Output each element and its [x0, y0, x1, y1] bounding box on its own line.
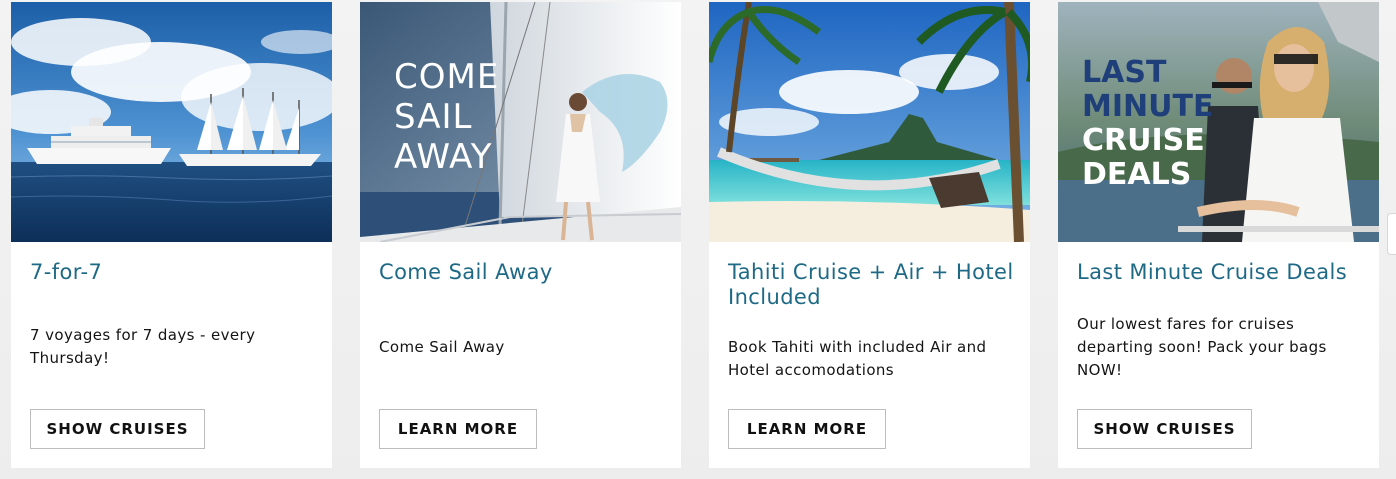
card-title[interactable]: Tahiti Cruise + Air + Hotel Included — [728, 260, 1018, 310]
learn-more-button[interactable]: LEARN MORE — [379, 409, 537, 449]
card-title[interactable]: 7-for-7 — [30, 260, 320, 285]
card-description: Our lowest fares for cruises departing s… — [1077, 315, 1327, 379]
card-title[interactable]: Come Sail Away — [379, 260, 669, 285]
card-title[interactable]: Last Minute Cruise Deals — [1077, 260, 1367, 285]
overlay-text-line: AWAY — [394, 137, 493, 177]
show-cruises-button[interactable]: SHOW CRUISES — [1077, 409, 1252, 449]
couple-on-deck-image[interactable]: LAST MINUTE CRUISE DEALS — [1058, 2, 1379, 242]
card-description: Come Sail Away — [379, 338, 505, 356]
overlay-text-line: DEALS — [1082, 157, 1191, 192]
overlay-text-line: MINUTE — [1082, 89, 1213, 124]
card-description: Book Tahiti with included Air and Hotel … — [728, 338, 987, 379]
card-description: 7 voyages for 7 days - every Thursday! — [30, 326, 256, 367]
cruise-ships-at-sea-image[interactable] — [11, 2, 332, 242]
woman-on-sailboat-image[interactable]: COME SAIL AWAY — [360, 2, 681, 242]
promo-card-come-sail-away: COME SAIL AWAY Come Sail Away Come Sail … — [360, 2, 681, 468]
overlay-text-line: LAST — [1082, 55, 1167, 90]
promo-card-last-minute: LAST MINUTE CRUISE DEALS Last Minute Cru… — [1058, 2, 1379, 468]
show-cruises-button[interactable]: SHOW CRUISES — [30, 409, 205, 449]
overlay-text-line: SAIL — [394, 97, 472, 137]
overlay-text-line: CRUISE — [1082, 123, 1205, 158]
overlay-text-line: COME — [394, 57, 499, 97]
learn-more-button[interactable]: LEARN MORE — [728, 409, 886, 449]
promo-card-7-for-7: 7-for-7 7 voyages for 7 days - every Thu… — [11, 2, 332, 468]
tahiti-beach-hammock-image[interactable] — [709, 2, 1030, 242]
promo-cards-section: 7-for-7 7 voyages for 7 days - every Thu… — [0, 0, 1396, 479]
carousel-next-tab[interactable] — [1387, 213, 1396, 255]
promo-card-tahiti: Tahiti Cruise + Air + Hotel Included Boo… — [709, 2, 1030, 468]
